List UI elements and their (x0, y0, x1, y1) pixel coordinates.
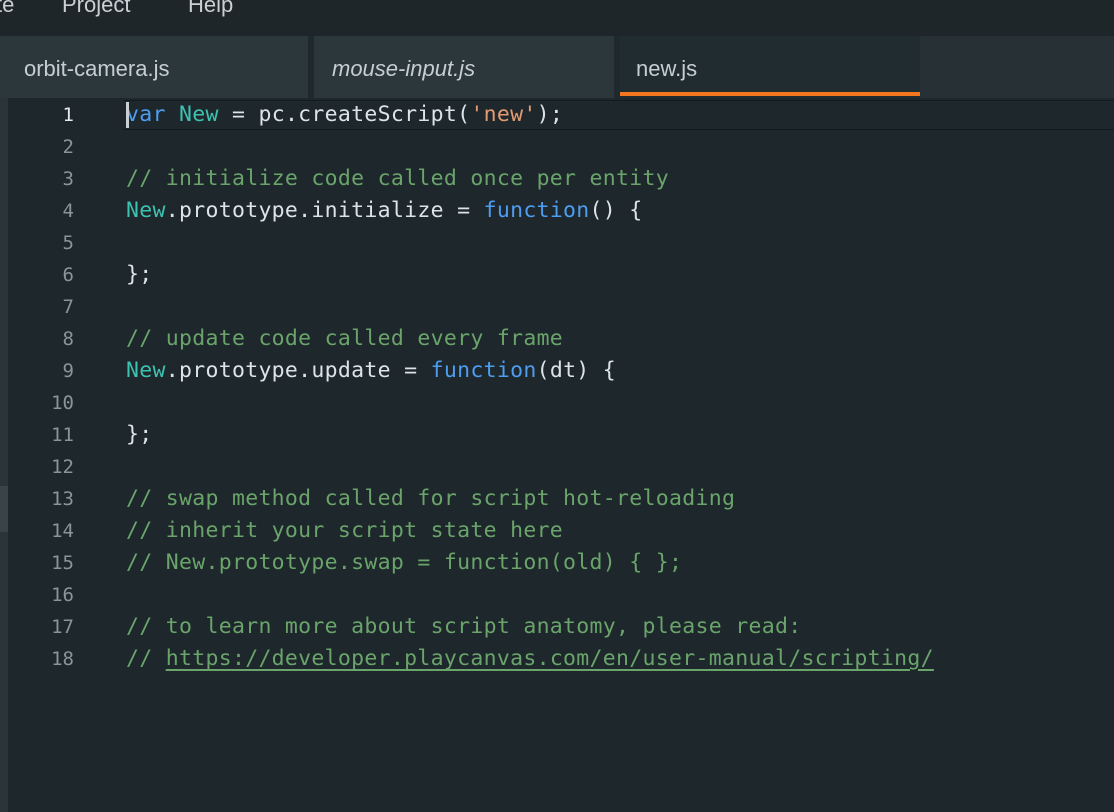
tab-mouse-input[interactable]: mouse-input.js (314, 36, 614, 98)
line-number: 4 (62, 200, 74, 222)
line-number: 15 (51, 552, 74, 574)
line-number: 11 (51, 424, 74, 446)
tab-bar: orbit-camera.js mouse-input.js new.js (0, 36, 1114, 98)
panel-resize-handle[interactable] (0, 486, 8, 532)
identifier-token: New (178, 102, 219, 127)
tab-orbit-camera[interactable]: orbit-camera.js (0, 36, 308, 98)
code-comment: // update code called every frame (126, 326, 564, 351)
code-token: .prototype.initialize = (165, 198, 484, 223)
code-line: New.prototype.update = function(dt) { (126, 358, 616, 383)
code-comment: // to learn more about script anatomy, p… (126, 614, 802, 639)
keyword-token: function (483, 198, 590, 223)
line-number: 2 (62, 136, 74, 158)
line-number: 10 (51, 392, 74, 414)
keyword-token: function (430, 358, 537, 383)
code-comment: // inherit your script state here (126, 518, 564, 543)
code-token: .prototype.update = (165, 358, 431, 383)
code-token: (dt) { (536, 358, 617, 383)
menu-bar: te Project Help (0, 0, 1114, 36)
documentation-link[interactable]: https://developer.playcanvas.com/en/user… (166, 646, 934, 671)
line-number: 7 (62, 296, 74, 318)
menu-item-project[interactable]: Project (62, 0, 130, 18)
line-number: 17 (51, 616, 74, 638)
code-comment: // swap method called for script hot-rel… (126, 486, 736, 511)
active-tab-indicator (620, 92, 920, 96)
identifier-token: New (126, 198, 166, 223)
code-line: var New = pc.createScript('new'); (126, 102, 563, 127)
code-line: New.prototype.initialize = function() { (126, 198, 643, 223)
line-number: 1 (62, 104, 74, 126)
tab-label: new.js (636, 56, 698, 81)
text-cursor (126, 102, 129, 128)
code-token: () { (589, 198, 643, 223)
line-number: 18 (51, 648, 74, 670)
menu-item-help[interactable]: Help (188, 0, 233, 18)
tab-label: orbit-camera.js (24, 56, 170, 81)
line-number: 3 (62, 168, 74, 190)
tab-label: mouse-input.js (332, 56, 476, 81)
line-number: 5 (62, 232, 74, 254)
code-line: // https://developer.playcanvas.com/en/u… (126, 646, 934, 671)
line-number: 8 (62, 328, 74, 350)
tab-new-js[interactable]: new.js (620, 36, 920, 98)
line-number: 16 (51, 584, 74, 606)
side-panel-edge[interactable] (0, 98, 8, 812)
code-comment: // New.prototype.swap = function(old) { … (126, 550, 683, 575)
code-token: = pc.createScript( (218, 102, 471, 127)
keyword-token: var (126, 102, 166, 127)
code-line: }; (126, 422, 153, 447)
code-comment: // (126, 646, 166, 671)
code-token: ); (536, 102, 564, 127)
line-number: 14 (51, 520, 74, 542)
line-number: 13 (51, 488, 74, 510)
code-editor[interactable]: 1 2 3 4 5 6 7 8 9 10 11 12 13 14 15 16 1… (8, 98, 1114, 812)
identifier-token: New (126, 358, 166, 383)
string-token: 'new' (470, 102, 537, 127)
line-number: 9 (62, 360, 74, 382)
line-number: 6 (62, 264, 74, 286)
line-number: 12 (51, 456, 74, 478)
code-comment: // initialize code called once per entit… (126, 166, 670, 191)
menu-item-edit[interactable]: te (0, 0, 14, 18)
code-line: }; (126, 262, 153, 287)
